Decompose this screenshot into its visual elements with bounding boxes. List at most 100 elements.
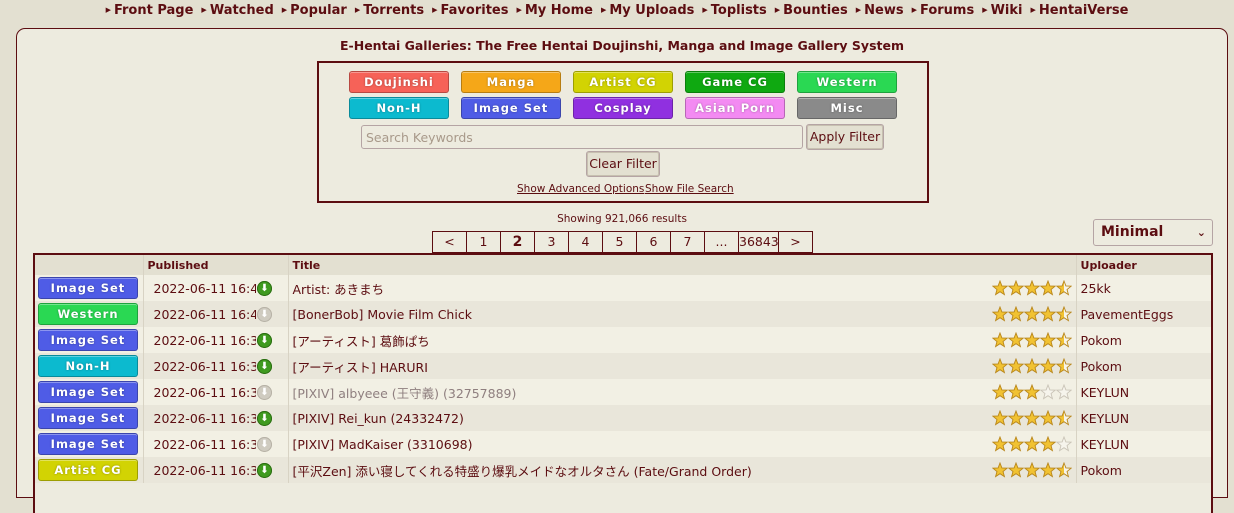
nav-link-favorites[interactable]: ▶ Favorites (432, 0, 508, 21)
nav-link-watched[interactable]: ▶ Watched (201, 0, 273, 21)
nav-link-forums[interactable]: ▶ Forums (912, 0, 975, 21)
published-date: 2022-06-11 16:40 (142, 301, 256, 327)
gallery-title-link[interactable]: [PIXIV] MadKaiser (3310698) (287, 431, 991, 457)
nav-link-toplists[interactable]: ▶ Toplists (702, 0, 766, 21)
caret-right-icon: ▶ (982, 6, 988, 14)
download-icon[interactable]: ⬇ (257, 411, 272, 426)
gallery-title-link[interactable]: Artist: あきまち (287, 275, 991, 301)
category-misc-button[interactable]: Misc (797, 97, 897, 119)
page-link[interactable]: 3 (534, 232, 568, 252)
category-badge[interactable]: Image Set (38, 329, 138, 351)
download-icon[interactable]: ⬇ (257, 437, 272, 452)
star-mark (1055, 332, 1073, 348)
download-icon[interactable]: ⬇ (257, 281, 272, 296)
page-link[interactable]: 2 (500, 232, 534, 252)
prev-page-button[interactable]: < (433, 232, 466, 252)
nav-link-popular[interactable]: ▶ Popular (282, 0, 347, 21)
page-link[interactable]: ... (704, 232, 738, 252)
page-link[interactable]: 4 (568, 232, 602, 252)
nav-link-my-home[interactable]: ▶ My Home (516, 0, 593, 21)
uploader-link[interactable]: PavementEggs (1075, 301, 1211, 327)
category-badge[interactable]: Artist CG (38, 459, 138, 481)
uploader-link[interactable]: 25kk (1075, 275, 1211, 301)
uploader-link[interactable]: KEYLUN (1075, 379, 1211, 405)
chevron-down-icon: ⌄ (1196, 226, 1206, 239)
search-input[interactable] (361, 125, 803, 149)
category-manga-button[interactable]: Manga (461, 71, 561, 93)
caret-right-icon: ▶ (201, 6, 207, 14)
category-badge[interactable]: Non-H (38, 355, 138, 377)
gallery-title-link[interactable]: [平沢Zen] 添い寝してくれる特盛り爆乳メイドなオルタさん (Fate/Gra… (287, 457, 991, 483)
gallery-title-link[interactable]: [アーティスト] HARURI (287, 353, 991, 379)
category-badge[interactable]: Image Set (38, 407, 138, 429)
star-mark (1007, 332, 1025, 348)
star-mark (1023, 462, 1041, 478)
category-non-h-button[interactable]: Non-H (349, 97, 449, 119)
display-mode-select[interactable]: Minimal ⌄ (1093, 219, 1213, 246)
category-game-cg-button[interactable]: Game CG (685, 71, 785, 93)
star-mark (1007, 410, 1025, 426)
nav-link-hentaiverse[interactable]: ▶ HentaiVerse (1031, 0, 1129, 21)
star-mark (1007, 280, 1025, 296)
page-link[interactable]: 36843 (738, 232, 779, 252)
category-cosplay-button[interactable]: Cosplay (573, 97, 673, 119)
star-mark (1023, 410, 1041, 426)
nav-link-wiki[interactable]: ▶ Wiki (982, 0, 1022, 21)
uploader-header[interactable]: Uploader (1075, 255, 1211, 275)
download-icon[interactable]: ⬇ (257, 307, 272, 322)
nav-link-front-page[interactable]: ▶ Front Page (106, 0, 194, 21)
gallery-title-link[interactable]: [PIXIV] albyeee (王守義) (32757889) (287, 379, 991, 405)
apply-filter-button[interactable]: Apply Filter (806, 124, 884, 150)
category-artist-cg-button[interactable]: Artist CG (573, 71, 673, 93)
uploader-link[interactable]: KEYLUN (1075, 431, 1211, 457)
next-page-button[interactable]: > (778, 232, 812, 252)
nav-link-bounties[interactable]: ▶ Bounties (775, 0, 848, 21)
caret-right-icon: ▶ (432, 6, 438, 14)
download-icon[interactable]: ⬇ (257, 359, 272, 374)
star-mark (991, 280, 1009, 296)
table-row[interactable]: Artist CG 2022-06-11 16:31 ⬇ [平沢Zen] 添い寝してく… (35, 457, 1211, 483)
clear-filter-button[interactable]: Clear Filter (586, 151, 660, 177)
file-search-link[interactable]: Show File Search (645, 183, 734, 195)
table-row[interactable]: Image Set 2022-06-11 16:39 ⬇ [アーティスト] 葛飾ぱち P… (35, 327, 1211, 353)
table-row[interactable]: Image Set 2022-06-11 16:42 ⬇ Artist: あきまち 25… (35, 275, 1211, 301)
published-header[interactable]: Published (142, 255, 288, 275)
nav-link-torrents[interactable]: ▶ Torrents (355, 0, 424, 21)
table-row[interactable]: Non-H 2022-06-11 16:35 ⬇ [アーティスト] HARURI Pok… (35, 353, 1211, 379)
star-mark (1023, 306, 1041, 322)
category-badge[interactable]: Image Set (38, 277, 138, 299)
table-row[interactable]: Image Set 2022-06-11 16:32 ⬇ [PIXIV] albyee… (35, 379, 1211, 405)
category-badge[interactable]: Image Set (38, 381, 138, 403)
category-badge[interactable]: Western (38, 303, 138, 325)
uploader-link[interactable]: KEYLUN (1075, 405, 1211, 431)
download-icon[interactable]: ⬇ (257, 385, 272, 400)
table-row[interactable]: Image Set 2022-06-11 16:31 ⬇ [PIXIV] Rei_ku… (35, 405, 1211, 431)
gallery-title-link[interactable]: [PIXIV] Rei_kun (24332472) (287, 405, 991, 431)
star-mark (1039, 410, 1057, 426)
download-icon[interactable]: ⬇ (257, 463, 272, 478)
uploader-link[interactable]: Pokom (1075, 457, 1211, 483)
category-doujinshi-button[interactable]: Doujinshi (349, 71, 449, 93)
page-link[interactable]: 1 (466, 232, 500, 252)
title-header[interactable]: Title (287, 255, 1077, 275)
download-icon[interactable]: ⬇ (257, 333, 272, 348)
table-row[interactable]: Image Set 2022-06-11 16:31 ⬇ [PIXIV] MadKai… (35, 431, 1211, 457)
category-badge[interactable]: Image Set (38, 433, 138, 455)
uploader-link[interactable]: Pokom (1075, 327, 1211, 353)
star-mark (991, 436, 1009, 452)
star-mark (1023, 436, 1041, 452)
nav-link-news[interactable]: ▶ News (856, 0, 904, 21)
page-link[interactable]: 7 (670, 232, 704, 252)
gallery-title-link[interactable]: [アーティスト] 葛飾ぱち (287, 327, 991, 353)
table-row[interactable]: Western 2022-06-11 16:40 ⬇ [BonerBob] Movie… (35, 301, 1211, 327)
advanced-options-link[interactable]: Show Advanced Options (517, 183, 644, 195)
nav-link-my-uploads[interactable]: ▶ My Uploads (601, 0, 694, 21)
page-link[interactable]: 5 (602, 232, 636, 252)
category-western-button[interactable]: Western (797, 71, 897, 93)
rating (991, 358, 1073, 375)
category-image-set-button[interactable]: Image Set (461, 97, 561, 119)
category-asian-porn-button[interactable]: Asian Porn (685, 97, 785, 119)
page-link[interactable]: 6 (636, 232, 670, 252)
uploader-link[interactable]: Pokom (1075, 353, 1211, 379)
gallery-title-link[interactable]: [BonerBob] Movie Film Chick (287, 301, 991, 327)
